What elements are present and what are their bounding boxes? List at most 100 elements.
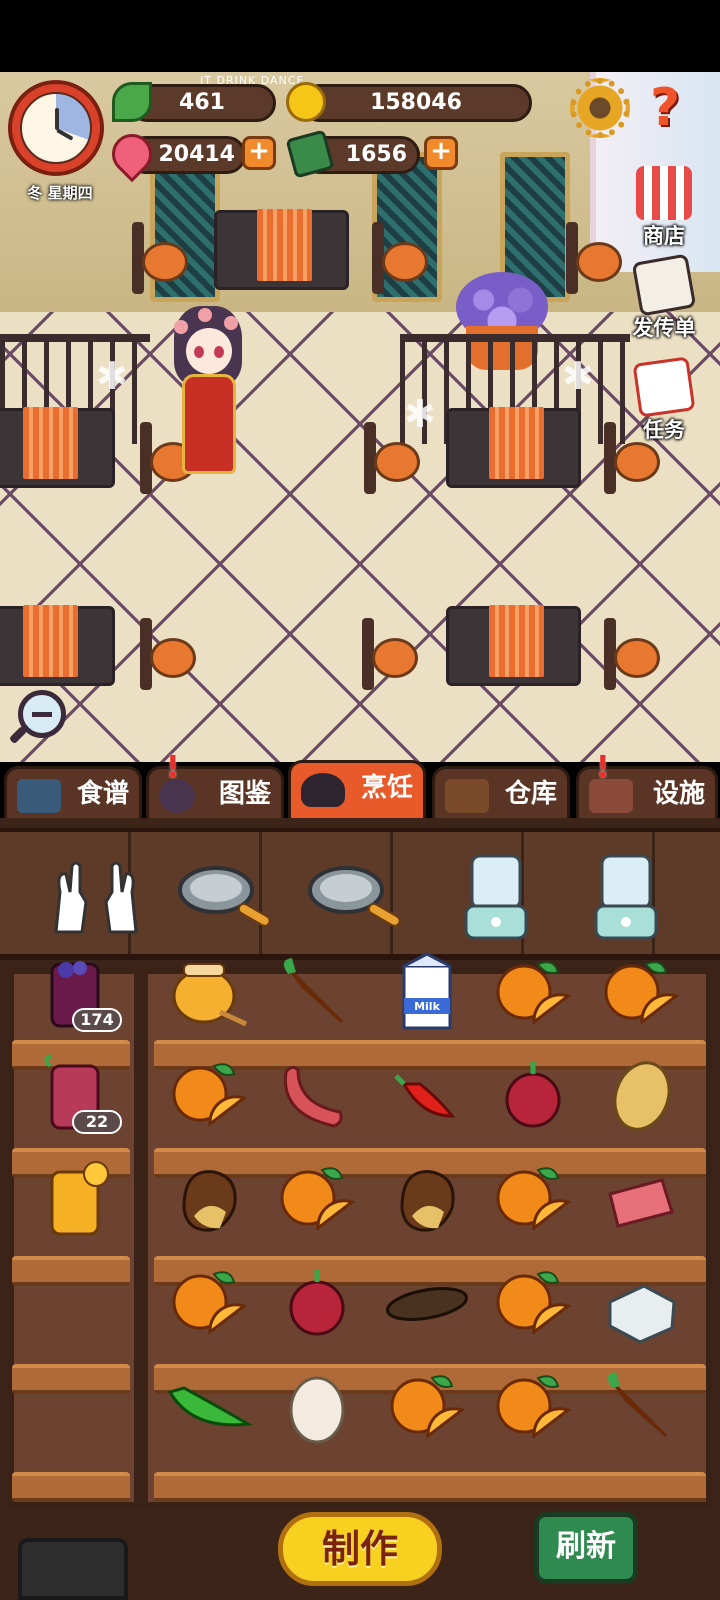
game-screen: IT DRINK DANCE ✱ ✱ ✱ 冬 星期四 461 158046 20… bbox=[0, 0, 720, 1600]
ingredient-item[interactable] bbox=[272, 1054, 362, 1138]
pumpkin-chair[interactable] bbox=[364, 422, 422, 494]
dining-table[interactable] bbox=[0, 605, 115, 686]
status-bar bbox=[0, 0, 720, 72]
cooking-panel: 174 22 Milk bbox=[0, 818, 720, 1600]
onion-icon bbox=[289, 1270, 345, 1336]
ingredient-item[interactable] bbox=[272, 952, 362, 1036]
blender-icon[interactable] bbox=[576, 852, 676, 942]
ingredient-item[interactable] bbox=[382, 1262, 472, 1346]
milk-icon: Milk bbox=[402, 952, 452, 1030]
catalog-alert-icon: ! bbox=[166, 750, 180, 785]
pumpkin-chair[interactable] bbox=[362, 618, 420, 690]
storage-icon bbox=[445, 779, 489, 813]
ingredient-item[interactable] bbox=[488, 952, 578, 1036]
flyer-label: 发传单 bbox=[632, 316, 696, 340]
trash-bin-icon[interactable] bbox=[18, 1538, 128, 1600]
orange-icon bbox=[172, 1063, 248, 1127]
ingredient-item[interactable]: Milk bbox=[382, 952, 472, 1036]
spider-web-icon: ✱ bbox=[562, 354, 594, 398]
blender-icon[interactable] bbox=[446, 852, 546, 942]
ingredient-item[interactable] bbox=[272, 1262, 362, 1346]
chili-icon bbox=[394, 1074, 456, 1118]
tab-storage[interactable]: 仓库 bbox=[432, 766, 570, 818]
zoom-out-icon[interactable] bbox=[8, 690, 66, 745]
chestnut-icon bbox=[182, 1170, 237, 1232]
drink-item[interactable]: 174 bbox=[32, 952, 122, 1036]
ingredient-item[interactable] bbox=[596, 1054, 686, 1138]
dining-table[interactable] bbox=[446, 605, 581, 686]
ingredient-item[interactable] bbox=[382, 1366, 472, 1450]
leaf-icon bbox=[112, 82, 152, 122]
ingredient-item[interactable] bbox=[488, 1366, 578, 1450]
orange-icon bbox=[280, 1167, 356, 1231]
pumpkin-chair[interactable] bbox=[604, 618, 662, 690]
coin-counter: 158046 bbox=[300, 84, 532, 122]
ingredient-item[interactable] bbox=[272, 1158, 362, 1242]
orange-icon bbox=[496, 1375, 572, 1439]
recipe-book-icon bbox=[17, 779, 61, 813]
make-button[interactable]: 制作 bbox=[278, 1512, 442, 1586]
sausage-icon bbox=[283, 1065, 343, 1128]
egg-icon bbox=[289, 1376, 345, 1444]
carrot-icon bbox=[607, 1372, 668, 1438]
ingredient-item[interactable] bbox=[382, 1158, 472, 1242]
pumpkin-chair[interactable] bbox=[132, 222, 190, 294]
pumpkin-chair[interactable] bbox=[566, 222, 624, 294]
ingredient-item[interactable] bbox=[164, 952, 254, 1036]
orange-icon bbox=[496, 1167, 572, 1231]
day-label: 冬 星期四 bbox=[27, 184, 93, 202]
help-button[interactable]: ? bbox=[650, 78, 680, 138]
coin-icon bbox=[286, 82, 326, 122]
ingredient-item[interactable] bbox=[164, 1262, 254, 1346]
task-button[interactable]: 任务 bbox=[622, 356, 706, 452]
honey-icon bbox=[172, 963, 248, 1027]
ingredient-item[interactable] bbox=[488, 1054, 578, 1138]
dining-table[interactable] bbox=[214, 209, 349, 290]
settings-gear-icon[interactable] bbox=[570, 78, 630, 138]
time-clock-icon[interactable] bbox=[8, 80, 104, 176]
utensil-row bbox=[0, 828, 720, 960]
ingredient-item[interactable] bbox=[164, 1158, 254, 1242]
chestnut-icon bbox=[400, 1170, 455, 1232]
task-label: 任务 bbox=[643, 418, 685, 442]
tab-cooking[interactable]: 烹饪 bbox=[288, 760, 426, 818]
refresh-button[interactable]: 刷新 bbox=[534, 1512, 638, 1584]
ingredient-item[interactable] bbox=[272, 1366, 362, 1450]
task-icon bbox=[632, 356, 696, 418]
frying-pan-icon[interactable] bbox=[176, 852, 276, 942]
carrot-icon bbox=[283, 958, 344, 1024]
shop-button[interactable]: 商店 bbox=[622, 166, 706, 258]
flyer-button[interactable]: 发传单 bbox=[622, 253, 706, 350]
ingredient-item[interactable] bbox=[596, 1158, 686, 1242]
ingredient-item[interactable] bbox=[488, 1158, 578, 1242]
tab-recipes[interactable]: 食谱 bbox=[4, 766, 142, 818]
restaurant-scene[interactable]: IT DRINK DANCE ✱ ✱ ✱ bbox=[0, 72, 720, 762]
add-hearts-button[interactable]: + bbox=[242, 136, 276, 170]
dining-table[interactable] bbox=[446, 407, 581, 488]
pumpkin-chair[interactable] bbox=[140, 618, 198, 690]
chef-character[interactable] bbox=[168, 306, 248, 476]
shop-label: 商店 bbox=[643, 224, 685, 248]
ingredient-item[interactable] bbox=[596, 952, 686, 1036]
drink-count-badge: 22 bbox=[72, 1110, 122, 1134]
drink-item[interactable] bbox=[32, 1158, 122, 1242]
add-books-button[interactable]: + bbox=[424, 136, 458, 170]
dining-table[interactable] bbox=[0, 407, 115, 488]
ingredient-item[interactable] bbox=[488, 1262, 578, 1346]
ingredient-item[interactable] bbox=[382, 1054, 472, 1138]
onion-icon bbox=[505, 1062, 561, 1128]
gloves-icon[interactable] bbox=[46, 852, 146, 942]
potato-icon bbox=[613, 1061, 671, 1131]
pumpkin-chair[interactable] bbox=[372, 222, 430, 294]
drink-item[interactable]: 22 bbox=[32, 1054, 122, 1138]
orange-icon bbox=[604, 961, 680, 1025]
drink-count-badge: 174 bbox=[72, 1008, 122, 1032]
ingredient-item[interactable] bbox=[596, 1366, 686, 1450]
green-pepper-icon bbox=[167, 1386, 253, 1427]
ingredient-item[interactable] bbox=[164, 1054, 254, 1138]
orange-icon bbox=[496, 961, 572, 1025]
frying-pan-icon[interactable] bbox=[306, 852, 406, 942]
facilities-alert-icon: ! bbox=[596, 750, 610, 785]
ingredient-item[interactable] bbox=[596, 1262, 686, 1346]
ingredient-item[interactable] bbox=[164, 1366, 254, 1450]
